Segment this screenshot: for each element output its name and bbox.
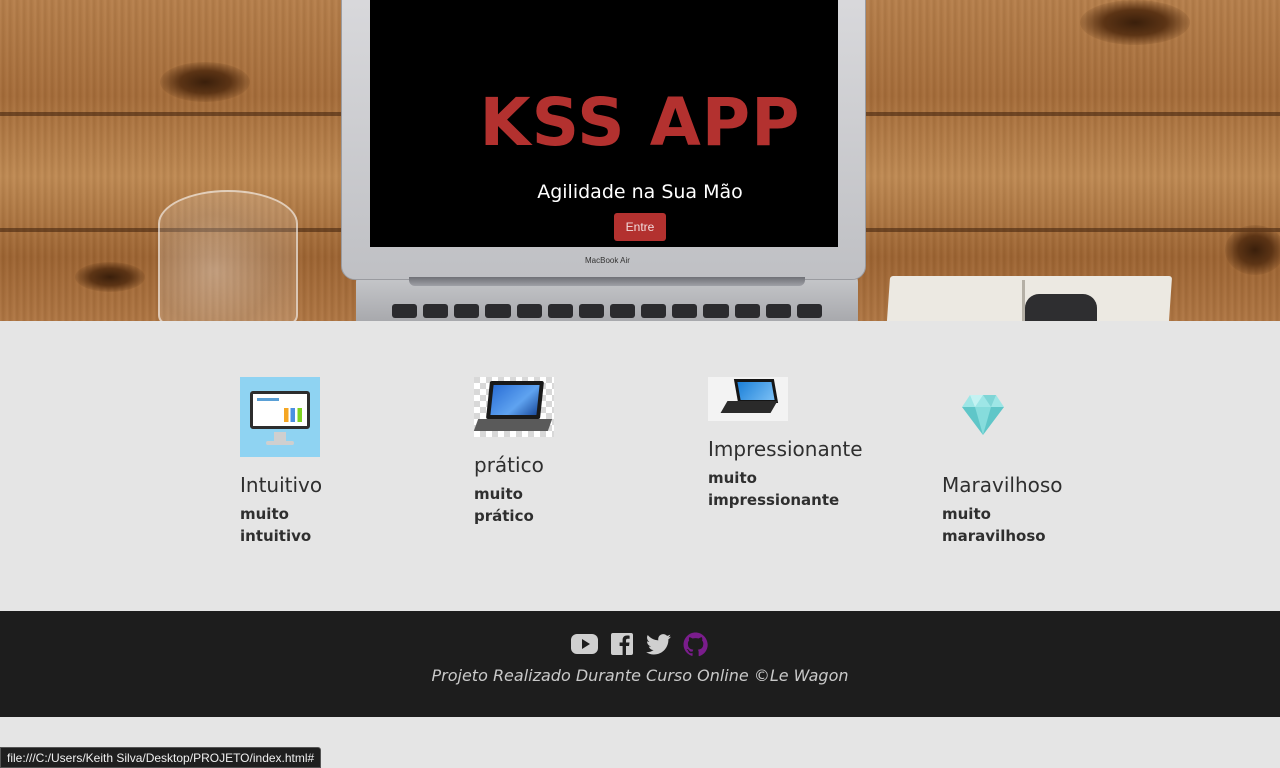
footer-credit: Projeto Realizado Durante Curso Online ©… xyxy=(431,666,849,685)
social-links xyxy=(571,631,709,657)
feature-card: Intuitivo muito intuitivo xyxy=(240,377,430,547)
monitor-icon xyxy=(240,377,320,457)
wood-knot xyxy=(75,262,145,292)
browser-status-bar: file:///C:/Users/Keith Silva/Desktop/PRO… xyxy=(0,747,322,768)
feature-description: muito impressionante xyxy=(708,469,840,509)
laptop-icon xyxy=(708,377,788,421)
feature-description: muito prático xyxy=(474,485,534,525)
feature-card: prático muito prático xyxy=(473,377,664,527)
twitter-icon[interactable] xyxy=(645,631,672,657)
hero-subtitle: Agilidade na Sua Mão xyxy=(537,181,743,203)
features-section: Intuitivo muito intuitivo prático muito … xyxy=(0,321,1280,611)
wood-knot xyxy=(1080,0,1190,45)
hero-banner: MacBook Air KSS APP Agilidade na Sua Mão… xyxy=(0,0,1280,321)
feature-title: Impressionante xyxy=(708,437,863,461)
feature-title: prático xyxy=(474,453,544,477)
laptop-hinge xyxy=(409,277,805,286)
feature-description: muito intuitivo xyxy=(240,505,312,545)
feature-title: Intuitivo xyxy=(240,473,323,497)
facebook-icon[interactable] xyxy=(608,631,635,657)
laptop-keyboard xyxy=(392,304,822,318)
youtube-icon[interactable] xyxy=(571,631,598,657)
feature-title: Maravilhoso xyxy=(942,473,1063,497)
phone-image xyxy=(1025,294,1097,321)
feature-card: Maravilhoso muito maravilhoso xyxy=(942,377,1132,547)
wood-knot xyxy=(160,62,250,102)
diamond-icon xyxy=(942,377,1022,457)
water-glass-image xyxy=(158,190,298,321)
laptop-icon xyxy=(473,377,554,437)
feature-description: muito maravilhoso xyxy=(942,505,1046,545)
feature-card: Impressionante muito impressionante xyxy=(708,377,898,511)
wood-knot xyxy=(1225,225,1280,275)
footer: Projeto Realizado Durante Curso Online ©… xyxy=(0,611,1280,717)
laptop-brand-label: MacBook Air xyxy=(585,256,630,265)
hero-title: KSS APP xyxy=(479,84,801,161)
github-icon[interactable] xyxy=(682,631,709,657)
enter-button[interactable]: Entre xyxy=(614,213,666,241)
